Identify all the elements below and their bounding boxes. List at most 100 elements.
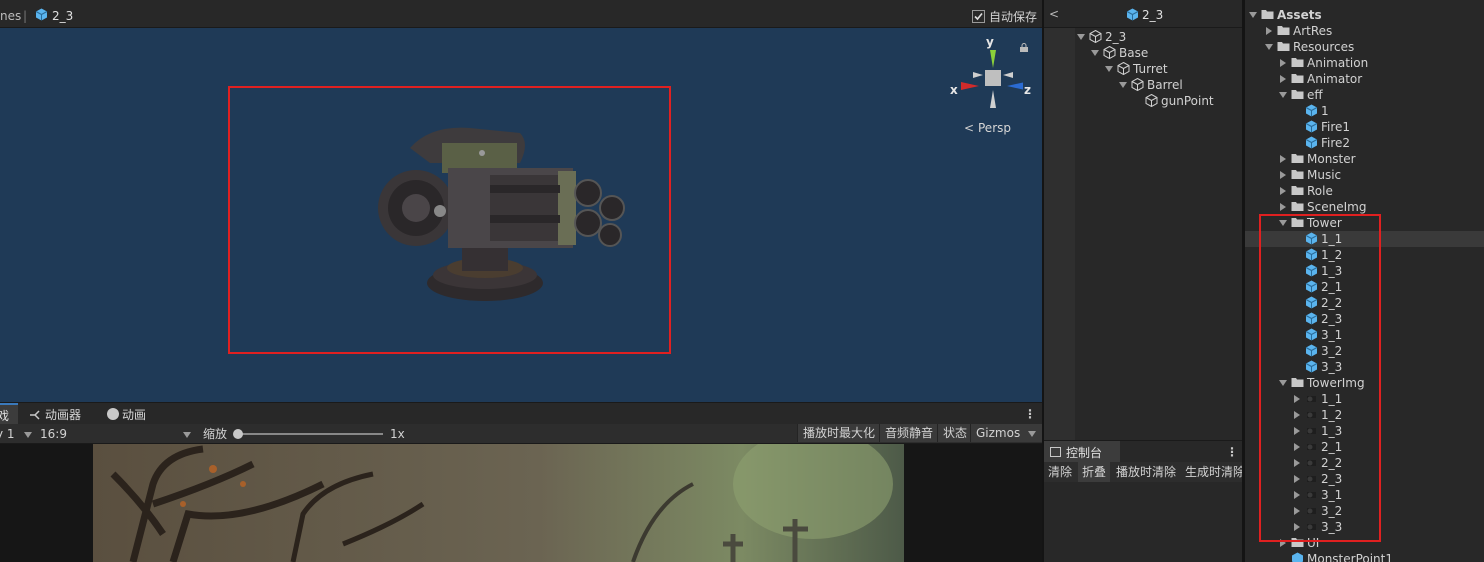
display-dropdown-icon[interactable] [24, 432, 32, 438]
animator-icon [30, 409, 42, 420]
hierarchy-item-turret[interactable]: Turret [1105, 61, 1168, 77]
tab-console[interactable]: 控制台 [1044, 441, 1120, 463]
console-tab-bar: 控制台 ⋮ [1044, 440, 1242, 463]
aspect-select[interactable]: 16:9 [40, 426, 67, 442]
prefab-icon [1292, 552, 1303, 562]
expand-arrow-icon[interactable] [1077, 34, 1085, 40]
mute-audio-button[interactable]: 音频静音 [879, 424, 939, 442]
folder-music[interactable]: Music [1279, 167, 1341, 183]
tab-game[interactable]: 戏 [0, 403, 18, 425]
tab-animation[interactable]: 动画 [122, 407, 146, 423]
scene-tab-bar: nes | 2_3 自动保存 [0, 0, 1042, 28]
expand-arrow-icon[interactable] [1119, 82, 1127, 88]
more-options-icon[interactable]: ⋮ [1024, 406, 1036, 422]
display-select[interactable]: y 1 [0, 426, 15, 442]
gameobject-icon [1089, 30, 1102, 43]
folder-icon [1291, 186, 1304, 195]
folder-label: ArtRes [1293, 24, 1333, 38]
asset-item[interactable]: Fire2 [1305, 135, 1350, 151]
zoom-value: 1x [390, 427, 405, 441]
autosave-checkbox[interactable] [972, 10, 985, 23]
collapse-arrow-icon[interactable] [1280, 187, 1286, 195]
gameobject-icon [1117, 62, 1130, 75]
asset-item[interactable]: Fire1 [1305, 119, 1350, 135]
maximize-on-play-button[interactable]: 播放时最大化 [797, 424, 881, 442]
prefab-icon [1305, 104, 1318, 117]
stats-button[interactable]: 状态 [937, 424, 973, 442]
folder-sceneimg[interactable]: SceneImg [1279, 199, 1366, 215]
gameobject-icon [1131, 78, 1144, 91]
folder-icon [1277, 26, 1290, 35]
asset-label: MonsterPoint1 [1307, 552, 1394, 562]
hierarchy-item-label: gunPoint [1161, 94, 1214, 108]
back-arrow-icon[interactable]: < [1049, 6, 1059, 22]
prefab-icon [35, 8, 48, 21]
collapse-arrow-icon[interactable] [1280, 203, 1286, 211]
folder-animator[interactable]: Animator [1279, 71, 1362, 87]
expand-arrow-icon[interactable] [1249, 12, 1257, 18]
hierarchy-item-base[interactable]: Base [1091, 45, 1148, 61]
folder-monster[interactable]: Monster [1279, 151, 1356, 167]
hierarchy-item-label: 2_3 [1105, 30, 1127, 44]
project-root-label: Assets [1277, 8, 1322, 22]
console-clear-on-play-button[interactable]: 播放时清除 [1116, 464, 1176, 480]
folder-label: Animation [1307, 56, 1369, 70]
tab-separator: | [23, 9, 28, 23]
expand-arrow-icon[interactable] [1279, 92, 1287, 98]
tab-game-label: 戏 [0, 409, 10, 423]
game-view[interactable] [0, 444, 1042, 562]
gizmo-z-label: z [1024, 83, 1031, 97]
gizmos-dropdown-icon[interactable] [1028, 431, 1036, 437]
folder-eff[interactable]: eff [1279, 87, 1323, 103]
console-clear-on-build-button[interactable]: 生成时清除 [1185, 464, 1242, 480]
hierarchy-item-gunpoint[interactable]: gunPoint [1145, 93, 1214, 109]
gameobject-icon [1103, 46, 1116, 59]
collapse-arrow-icon[interactable] [1280, 59, 1286, 67]
scene-tab-title[interactable]: 2_3 [52, 8, 73, 24]
scene-viewport[interactable]: y x z < Persp [0, 28, 1042, 402]
expand-arrow-icon[interactable] [1105, 66, 1113, 72]
expand-arrow-icon[interactable] [1091, 50, 1099, 56]
console-toolbar: 清除 折叠 播放时清除 生成时清除 [1044, 462, 1242, 482]
asset-label: Fire2 [1321, 136, 1351, 150]
folder-resources[interactable]: Resources [1265, 39, 1354, 55]
hierarchy-item-label: Barrel [1147, 78, 1183, 92]
zoom-slider-track[interactable] [237, 433, 383, 435]
prev-tab-label[interactable]: nes [0, 8, 21, 24]
folder-label: SceneImg [1307, 200, 1367, 214]
prefab-icon [1126, 8, 1139, 21]
persp-label[interactable]: Persp [978, 120, 1011, 136]
folder-role[interactable]: Role [1279, 183, 1333, 199]
zoom-slider-handle[interactable] [233, 429, 243, 439]
console-more-icon[interactable]: ⋮ [1226, 444, 1238, 460]
tab-animator[interactable]: 动画器 [45, 407, 81, 423]
lock-icon[interactable] [1020, 41, 1028, 52]
folder-label: Resources [1293, 40, 1355, 54]
expand-arrow-icon[interactable] [1265, 44, 1273, 50]
folder-artres[interactable]: ArtRes [1265, 23, 1332, 39]
animation-clock-icon [107, 408, 119, 420]
collapse-arrow-icon[interactable] [1280, 155, 1286, 163]
collapse-arrow-icon[interactable] [1280, 75, 1286, 83]
folder-animation[interactable]: Animation [1279, 55, 1368, 71]
console-clear-button[interactable]: 清除 [1048, 464, 1072, 480]
console-body [1044, 482, 1242, 562]
hierarchy-header: < 2_3 [1044, 0, 1242, 28]
hierarchy-item-root[interactable]: 2_3 [1077, 29, 1126, 45]
aspect-dropdown-icon[interactable] [183, 432, 191, 438]
zoom-label: 缩放 [203, 427, 228, 441]
folder-icon [1291, 58, 1304, 67]
collapse-arrow-icon[interactable] [1266, 27, 1272, 35]
folder-icon [1291, 170, 1304, 179]
project-root[interactable]: Assets [1249, 7, 1322, 23]
hierarchy-item-barrel[interactable]: Barrel [1119, 77, 1183, 93]
console-collapse-label: 折叠 [1082, 465, 1107, 479]
collapse-arrow-icon[interactable] [1280, 171, 1286, 179]
gizmo-x-label: x [950, 83, 958, 97]
asset-item[interactable]: 1 [1305, 103, 1329, 119]
hierarchy-gutter [1044, 28, 1075, 440]
folder-label: Music [1307, 168, 1342, 182]
asset-monsterpoint[interactable]: MonsterPoint1 [1291, 551, 1393, 562]
game-scene-image [93, 444, 904, 562]
folder-icon [1291, 154, 1304, 163]
